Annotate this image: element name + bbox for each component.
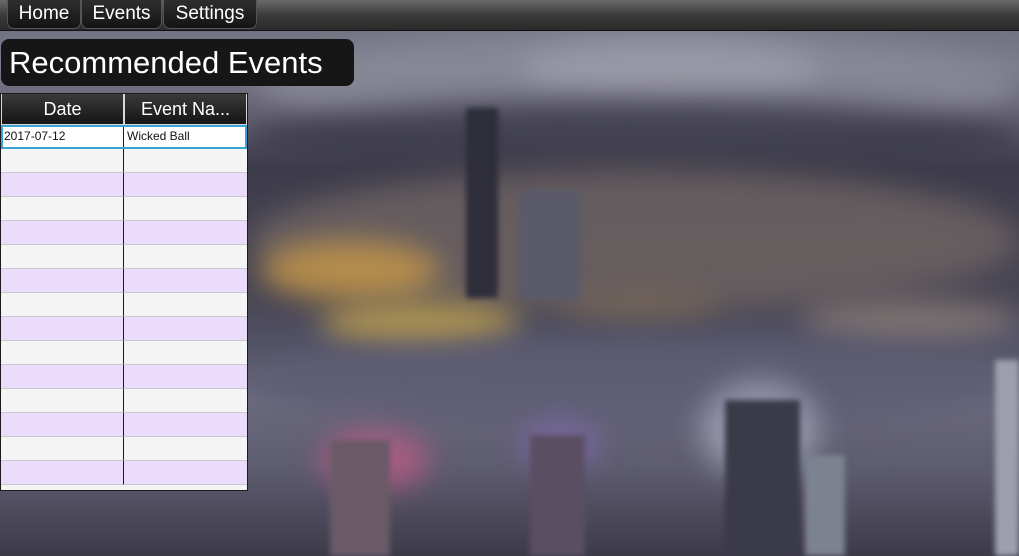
cell-event-name <box>124 245 247 269</box>
table-row-empty[interactable] <box>1 245 247 269</box>
column-header-date[interactable]: Date <box>1 94 124 125</box>
cell-event-name <box>124 293 247 317</box>
table-header: Date Event Na... <box>1 94 247 125</box>
cell-event-name <box>124 461 247 485</box>
cell-event-name <box>124 389 247 413</box>
cell-date <box>1 461 124 485</box>
cell-date <box>1 341 124 365</box>
table-row-empty[interactable] <box>1 173 247 197</box>
cell-date <box>1 149 124 173</box>
cell-date <box>1 173 124 197</box>
table-row-empty[interactable] <box>1 461 247 485</box>
cell-date <box>1 317 124 341</box>
cell-event-name <box>124 149 247 173</box>
cell-event-name <box>124 437 247 461</box>
column-header-event-name[interactable]: Event Na... <box>124 94 247 125</box>
cell-event-name <box>124 173 247 197</box>
table-row-empty[interactable] <box>1 437 247 461</box>
cell-date <box>1 413 124 437</box>
cell-date: 2017-07-12 <box>1 125 124 149</box>
table-row-empty[interactable] <box>1 149 247 173</box>
cell-date <box>1 437 124 461</box>
page-title: Recommended Events <box>1 39 354 86</box>
cell-date <box>1 293 124 317</box>
cell-date <box>1 269 124 293</box>
cell-date <box>1 221 124 245</box>
cell-event-name <box>124 341 247 365</box>
cell-event-name <box>124 221 247 245</box>
cell-event-name <box>124 413 247 437</box>
cell-date <box>1 365 124 389</box>
table-row-empty[interactable] <box>1 413 247 437</box>
menu-events-button[interactable]: Events <box>81 0 162 29</box>
table-row[interactable]: 2017-07-12 Wicked Ball <box>1 125 247 149</box>
cell-date <box>1 245 124 269</box>
cell-event-name <box>124 317 247 341</box>
cell-event-name: Wicked Ball <box>124 125 247 149</box>
table-row-empty[interactable] <box>1 269 247 293</box>
events-table: Date Event Na... 2017-07-12 Wicked Ball <box>0 93 248 491</box>
menu-bar: Home Events Settings <box>0 0 1019 31</box>
menu-home-button[interactable]: Home <box>7 0 81 29</box>
cell-event-name <box>124 365 247 389</box>
cell-date <box>1 197 124 221</box>
table-row-empty[interactable] <box>1 341 247 365</box>
cell-event-name <box>124 269 247 293</box>
table-row-empty[interactable] <box>1 293 247 317</box>
table-row-empty[interactable] <box>1 317 247 341</box>
table-row-empty[interactable] <box>1 197 247 221</box>
table-body: 2017-07-12 Wicked Ball <box>1 125 247 485</box>
table-row-empty[interactable] <box>1 365 247 389</box>
menu-settings-button[interactable]: Settings <box>163 0 257 29</box>
cell-date <box>1 389 124 413</box>
cell-event-name <box>124 197 247 221</box>
table-row-empty[interactable] <box>1 389 247 413</box>
table-row-empty[interactable] <box>1 221 247 245</box>
